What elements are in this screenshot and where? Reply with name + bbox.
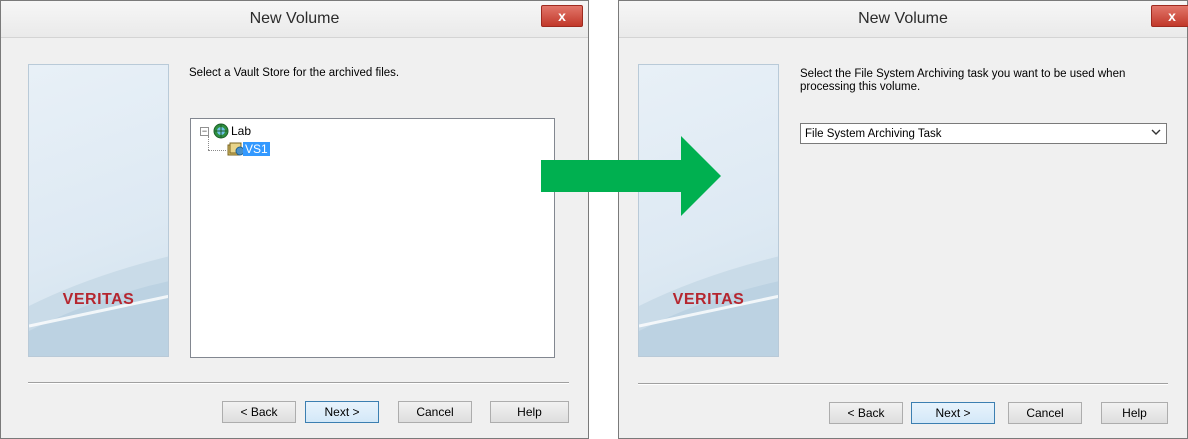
cancel-button[interactable]: Cancel [1008, 402, 1082, 424]
wizard-banner: VERITAS [28, 64, 169, 357]
collapse-expander-icon[interactable]: − [200, 126, 209, 136]
tree-label-lab: Lab [231, 124, 252, 138]
help-button[interactable]: Help [1101, 402, 1168, 424]
close-button[interactable]: x [541, 5, 583, 27]
veritas-logo: VERITAS [62, 291, 135, 308]
close-button[interactable]: x [1151, 5, 1188, 27]
next-button[interactable]: Next > [305, 401, 379, 423]
dialog-title: New Volume [858, 10, 948, 27]
tree-label-vs1: VS1 [243, 142, 270, 156]
tree-node-vs1[interactable]: VS1 [227, 141, 270, 157]
new-volume-dialog-vault-store: New Volume x VERITAS Select a Vault Stor… [0, 0, 589, 439]
cancel-button[interactable]: Cancel [398, 401, 472, 423]
tree-connector-line [208, 150, 226, 151]
archiving-task-select[interactable]: File System Archiving Task [800, 123, 1167, 144]
close-icon: x [1168, 8, 1176, 24]
new-volume-dialog-archiving-task: New Volume x VERITAS Select the File Sys… [618, 0, 1188, 439]
title-bar[interactable]: New Volume [1, 1, 588, 38]
green-arrow-icon [541, 136, 721, 216]
back-button[interactable]: < Back [222, 401, 296, 423]
help-button[interactable]: Help [490, 401, 569, 423]
vault-store-icon [227, 141, 245, 157]
archiving-task-prompt: Select the File System Archiving task yo… [800, 68, 1126, 93]
button-divider [638, 383, 1168, 385]
site-globe-icon [213, 123, 229, 139]
vault-store-prompt: Select a Vault Store for the archived fi… [189, 67, 400, 79]
tree-node-lab[interactable]: − Lab [200, 123, 253, 139]
dialog-title: New Volume [249, 10, 340, 27]
vault-store-tree[interactable]: − Lab VS1 [190, 118, 555, 358]
next-button[interactable]: Next > [911, 402, 995, 424]
title-bar[interactable]: New Volume [619, 1, 1187, 38]
button-divider [28, 382, 569, 384]
veritas-logo: VERITAS [672, 291, 745, 308]
select-value: File System Archiving Task [805, 127, 942, 140]
close-icon: x [558, 8, 566, 24]
back-button[interactable]: < Back [829, 402, 903, 424]
chevron-down-icon[interactable] [1151, 127, 1161, 140]
